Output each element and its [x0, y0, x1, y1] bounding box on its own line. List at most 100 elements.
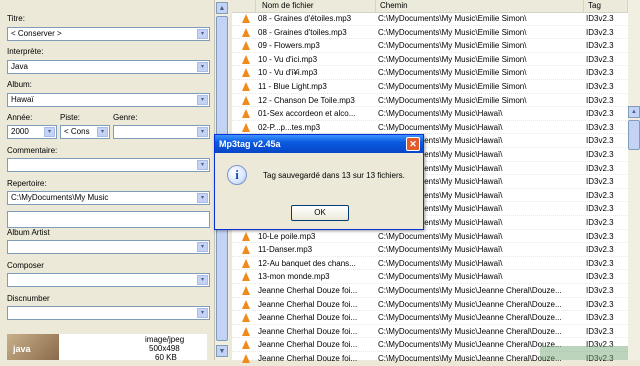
year-field[interactable]: 2000 ▾	[7, 125, 57, 139]
tag-cell: ID3v2.3	[586, 218, 614, 227]
cover-mime: image/jpeg	[145, 335, 185, 344]
title-label: Titre:	[7, 14, 25, 23]
table-row[interactable]: 13-mon monde.mp3 C:\MyDocuments\My Music\…	[232, 270, 628, 284]
cover-art-area[interactable]: java image/jpeg 500x498 60 KB	[7, 334, 207, 362]
table-row[interactable]: 08 - Graines d'étoiles.mp3 C:\MyDocuments…	[232, 12, 628, 26]
path-cell: C:\MyDocuments\My Music\Hawaï\	[378, 272, 503, 282]
directory-label: Repertoire:	[7, 179, 47, 188]
directory-field[interactable]: C:\MyDocuments\My Music ▾	[7, 191, 210, 205]
album-field[interactable]: Hawaï ▾	[7, 93, 210, 107]
table-row[interactable]: Jeanne Cherhal Douze foi... C:\MyDocument…	[232, 298, 628, 312]
table-row[interactable]: 12-Au banquet des chans... C:\MyDocuments…	[232, 257, 628, 271]
table-row[interactable]: 10-Le poile.mp3 C:\MyDocuments\My Music\H…	[232, 230, 628, 244]
tag-cell: ID3v2.3	[586, 136, 614, 146]
table-row[interactable]: 01-Sex accordeon et alco... C:\MyDocument…	[232, 107, 628, 121]
filename-cell: 11 - Blue Light.mp3	[258, 82, 327, 91]
filename-cell: Jeanne Cherhal Douze foi...	[258, 354, 358, 363]
column-header-icon[interactable]	[232, 0, 256, 12]
path-cell: C:\MyDocuments\My Music\Hawaï\	[378, 231, 503, 241]
table-row[interactable]: 12 - Chanson De Toile.mp3 C:\MyDocuments\…	[232, 94, 628, 108]
column-header-path[interactable]: Chemin	[376, 0, 584, 12]
filename-cell: 08 - Graines d'toiles.mp3	[258, 27, 347, 37]
dialog-message: Tag sauvegardé dans 13 sur 13 fichiers.	[263, 171, 405, 180]
filename-cell: Jeanne Cherhal Douze foi...	[258, 340, 358, 350]
artist-label: Interprète:	[7, 47, 44, 56]
tag-cell: ID3v2.3	[586, 272, 614, 282]
album-artist-label: Album Artist	[7, 228, 50, 237]
chevron-down-icon[interactable]: ▾	[197, 127, 208, 137]
vlc-file-icon	[242, 326, 250, 336]
path-cell: C:\MyDocuments\My Music\Emilie Simon\	[378, 68, 527, 78]
chevron-down-icon[interactable]: ▾	[197, 275, 208, 285]
scroll-down-icon[interactable]: ▼	[216, 345, 228, 357]
filename-cell: 10 - Vu d'i¥i.mp3	[258, 68, 318, 78]
artist-field[interactable]: Java ▾	[7, 60, 210, 74]
table-row[interactable]: Jeanne Cherhal Douze foi... C:\MyDocument…	[232, 311, 628, 325]
comment-field[interactable]: ▾	[7, 158, 210, 172]
vlc-file-icon	[242, 109, 250, 119]
chevron-down-icon[interactable]: ▾	[197, 308, 208, 318]
tag-cell: ID3v2.3	[586, 204, 614, 214]
table-row[interactable]: Jeanne Cherhal Douze foi... C:\MyDocument…	[232, 325, 628, 339]
path-cell: C:\MyDocuments\My Music\Hawaï\	[378, 245, 503, 255]
tag-cell: ID3v2.3	[586, 109, 614, 119]
table-row[interactable]: 11 - Blue Light.mp3 C:\MyDocuments\My Mus…	[232, 80, 628, 94]
path-cell: C:\MyDocuments\My Music\Jeanne Cheral\Do…	[378, 313, 562, 323]
path-cell: C:\MyDocuments\My Music\Emilie Simon\	[378, 95, 527, 105]
tag-cell: ID3v2.3	[586, 326, 614, 336]
close-icon[interactable]: ✕	[406, 137, 420, 151]
chevron-down-icon[interactable]: ▾	[197, 193, 208, 203]
chevron-down-icon[interactable]: ▾	[197, 95, 208, 105]
tag-panel: Titre: < Conserver > ▾ Interprète: Java ▾ …	[0, 0, 214, 362]
tag-cell: ID3v2.3	[586, 122, 614, 132]
table-row[interactable]: 02-P...p...tes.mp3 C:\MyDocuments\My Musi…	[232, 121, 628, 135]
tag-cell: ID3v2.3	[586, 41, 614, 51]
table-row[interactable]: Jeanne Cherhal Douze foi... C:\MyDocument…	[232, 284, 628, 298]
genre-label: Genre:	[113, 113, 138, 122]
scroll-up-icon[interactable]: ▲	[216, 2, 228, 14]
chevron-down-icon[interactable]: ▾	[197, 62, 208, 72]
file-list-scrollbar[interactable]: ▲	[628, 0, 640, 360]
path-cell: C:\MyDocuments\My Music\Jeanne Cheral\Do…	[378, 286, 562, 295]
tag-cell: ID3v2.3	[586, 231, 614, 241]
genre-field[interactable]: ▾	[113, 125, 210, 139]
table-row[interactable]: 08 - Graines d'toiles.mp3 C:\MyDocuments\…	[232, 26, 628, 40]
tag-cell: ID3v2.3	[586, 27, 614, 37]
filename-cell: 08 - Graines d'étoiles.mp3	[258, 14, 352, 23]
cover-art-image[interactable]: java	[7, 334, 59, 360]
discnumber-field[interactable]: ▾	[7, 306, 210, 320]
scroll-thumb[interactable]	[628, 120, 640, 150]
filename-cell: 10 - Vu d'ici.mp3	[258, 54, 318, 64]
info-icon: i	[227, 165, 247, 185]
track-field[interactable]: < Cons ▾	[60, 125, 110, 139]
composer-field[interactable]: ▾	[7, 273, 210, 287]
path-cell: C:\MyDocuments\My Music\Emilie Simon\	[378, 54, 527, 64]
table-row[interactable]: 10 - Vu d'i¥i.mp3 C:\MyDocuments\My Music…	[232, 66, 628, 80]
vlc-file-icon	[242, 245, 250, 255]
ok-button[interactable]: OK	[291, 205, 349, 221]
table-row[interactable]: 11-Danser.mp3 C:\MyDocuments\My Music\Haw…	[232, 243, 628, 257]
path-cell: C:\MyDocuments\My Music\Emilie Simon\	[378, 82, 527, 91]
vlc-file-icon	[242, 340, 250, 350]
title-field[interactable]: < Conserver > ▾	[7, 27, 210, 41]
vlc-file-icon	[242, 82, 250, 91]
column-header-filename[interactable]: Nom de fichier	[256, 0, 376, 12]
vlc-file-icon	[242, 27, 250, 37]
tag-cell: ID3v2.3	[586, 245, 614, 255]
chevron-down-icon[interactable]: ▾	[197, 160, 208, 170]
chevron-down-icon[interactable]: ▾	[97, 127, 108, 137]
column-header-tag[interactable]: Tag	[584, 0, 628, 12]
chevron-down-icon[interactable]: ▾	[197, 242, 208, 252]
vlc-file-icon	[242, 231, 250, 241]
comment-label: Commentaire:	[7, 146, 58, 155]
vlc-file-icon	[242, 122, 250, 132]
chevron-down-icon[interactable]: ▾	[197, 29, 208, 39]
save-result-dialog: Mp3tag v2.45a ✕ i Tag sauvegardé dans 13…	[214, 134, 424, 230]
table-row[interactable]: 10 - Vu d'ici.mp3 C:\MyDocuments\My Music…	[232, 53, 628, 67]
tag-cell: ID3v2.3	[586, 258, 614, 268]
dialog-title: Mp3tag v2.45a	[215, 135, 423, 153]
scroll-up-icon[interactable]: ▲	[628, 106, 640, 118]
album-artist-field[interactable]: ▾	[7, 240, 210, 254]
table-row[interactable]: 09 - Flowers.mp3 C:\MyDocuments\My Music\…	[232, 39, 628, 53]
chevron-down-icon[interactable]: ▾	[44, 127, 55, 137]
